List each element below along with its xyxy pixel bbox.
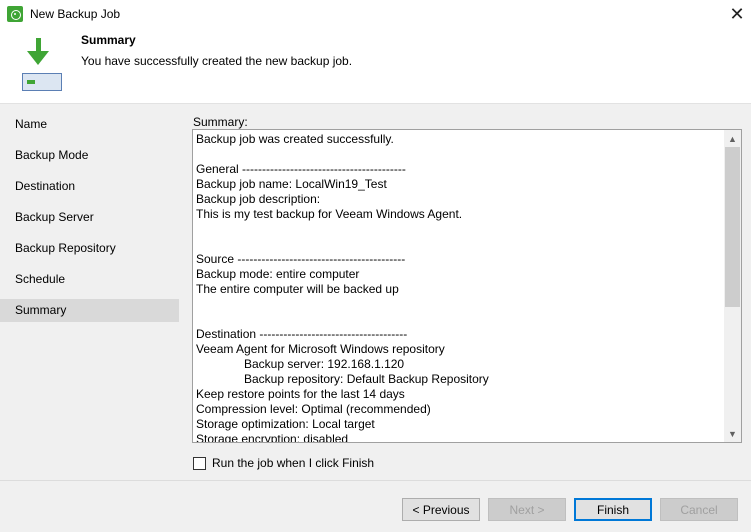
close-button[interactable]: ✕ bbox=[723, 0, 751, 28]
summary-line: Backup mode: entire computer bbox=[196, 267, 360, 281]
step-title: Summary bbox=[81, 33, 136, 47]
cancel-button[interactable]: Cancel bbox=[660, 498, 738, 521]
summary-line: The entire computer will be backed up bbox=[196, 282, 399, 296]
vertical-scrollbar[interactable]: ▲ ▼ bbox=[724, 130, 741, 442]
step-subtitle: You have successfully created the new ba… bbox=[81, 54, 353, 68]
backup-download-icon bbox=[22, 38, 64, 92]
scroll-up-icon[interactable]: ▲ bbox=[724, 130, 741, 147]
run-job-label[interactable]: Run the job when I click Finish bbox=[212, 456, 374, 470]
summary-line: General --------------------------------… bbox=[196, 162, 406, 176]
summary-line bbox=[196, 147, 716, 162]
nav-item-summary[interactable]: Summary bbox=[0, 299, 179, 322]
summary-line: Keep restore points for the last 14 days bbox=[196, 387, 405, 401]
summary-line bbox=[196, 222, 716, 237]
summary-textbox[interactable]: Backup job was created successfully. Gene… bbox=[192, 129, 742, 443]
summary-line: Storage encryption: disabled bbox=[196, 432, 349, 443]
summary-text: Backup job was created successfully. Gene… bbox=[196, 132, 716, 443]
summary-line: Destination ----------------------------… bbox=[196, 327, 408, 341]
summary-line: This is my test backup for Veeam Windows… bbox=[196, 207, 463, 221]
scroll-down-icon[interactable]: ▼ bbox=[724, 425, 741, 442]
run-job-checkbox[interactable] bbox=[193, 456, 206, 470]
wizard-step-nav: Name Backup Mode Destination Backup Serv… bbox=[0, 103, 179, 480]
nav-item-backup-repository[interactable]: Backup Repository bbox=[0, 237, 179, 260]
nav-item-schedule[interactable]: Schedule bbox=[0, 268, 179, 291]
summary-line: Backup job was created successfully. bbox=[196, 132, 394, 146]
summary-line bbox=[196, 237, 716, 252]
summary-line: Backup job description: bbox=[196, 192, 321, 206]
summary-label: Summary: bbox=[193, 115, 248, 129]
title-bar: New Backup Job ✕ bbox=[0, 0, 751, 28]
summary-line: Veeam Agent for Microsoft Windows reposi… bbox=[196, 342, 445, 356]
summary-line bbox=[196, 297, 716, 312]
finish-button[interactable]: Finish bbox=[574, 498, 652, 521]
next-button[interactable]: Next > bbox=[488, 498, 566, 521]
veeam-app-icon bbox=[7, 6, 23, 22]
summary-line: Source ---------------------------------… bbox=[196, 252, 406, 266]
nav-item-backup-server[interactable]: Backup Server bbox=[0, 206, 179, 229]
summary-line: Storage optimization: Local target bbox=[196, 417, 375, 431]
summary-line: Backup server: 192.168.1.120 bbox=[244, 357, 405, 371]
wizard-header: Summary You have successfully created th… bbox=[0, 28, 751, 103]
nav-item-backup-mode[interactable]: Backup Mode bbox=[0, 144, 179, 167]
button-bar: < Previous Next > Finish Cancel bbox=[0, 480, 751, 532]
scroll-thumb[interactable] bbox=[725, 147, 740, 307]
previous-button[interactable]: < Previous bbox=[402, 498, 480, 521]
main-panel: Summary: Backup job was created successf… bbox=[179, 103, 751, 480]
summary-line: Compression level: Optimal (recommended) bbox=[196, 402, 431, 416]
nav-item-name[interactable]: Name bbox=[0, 113, 179, 136]
nav-item-destination[interactable]: Destination bbox=[0, 175, 179, 198]
run-job-option[interactable]: Run the job when I click Finish bbox=[193, 456, 374, 470]
window-title: New Backup Job bbox=[30, 7, 121, 21]
summary-line bbox=[196, 312, 716, 327]
summary-line: Backup repository: Default Backup Reposi… bbox=[244, 372, 489, 386]
summary-line: Backup job name: LocalWin19_Test bbox=[196, 177, 387, 191]
